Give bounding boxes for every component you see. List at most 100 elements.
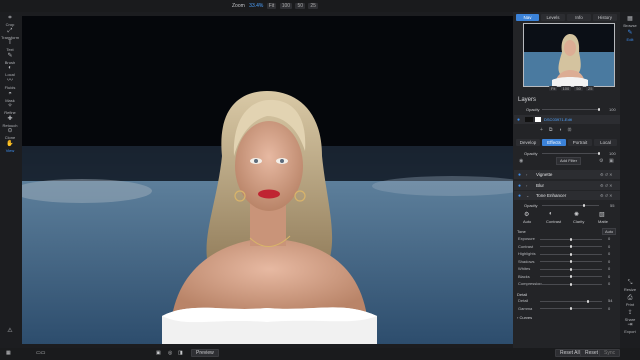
slider-knob-contrast[interactable] (570, 245, 572, 248)
slider-value-whites[interactable]: 0 (608, 266, 610, 271)
tool-view[interactable]: ✋ View (0, 141, 20, 153)
filter-blur-header[interactable]: ● › Blur ⚙ ↺ ✕ (514, 181, 620, 190)
vignette-options-icon[interactable]: ⚙ ↺ ✕ (600, 172, 613, 177)
layers-opacity-knob[interactable] (598, 108, 600, 111)
tone-opacity-slider[interactable] (542, 205, 599, 206)
nav-fit-button[interactable]: Fit (549, 86, 558, 91)
effects-opacity-slider[interactable] (542, 153, 599, 154)
slider-value-shadows[interactable]: 0 (608, 259, 610, 264)
tone-opacity-knob[interactable] (583, 204, 585, 207)
preset-auto-icon[interactable]: ⚙ (524, 211, 529, 218)
tone-chevron-icon[interactable]: ⌄ (526, 193, 529, 198)
tab-local[interactable]: Local (594, 139, 617, 146)
nav-50-button[interactable]: 50 (574, 86, 583, 91)
slider-value-highlights[interactable]: 0 (608, 251, 610, 256)
effects-layout-icon[interactable]: ▣ (609, 158, 614, 164)
zoom-50-button[interactable]: 50 (295, 3, 305, 9)
tool-local[interactable]: ◐ Local (0, 65, 20, 77)
zoom-fit-button[interactable]: Fit (266, 3, 277, 9)
tone-eye-icon[interactable]: ● (518, 193, 521, 199)
effects-opacity-knob[interactable] (598, 152, 600, 155)
slider-knob-whites[interactable] (570, 267, 572, 271)
compare-view-icon[interactable]: ▭▭ (36, 350, 45, 356)
slider-value-compression[interactable]: 0 (608, 281, 610, 286)
view-mode-icon[interactable]: ▣ (156, 350, 161, 356)
vignette-eye-icon[interactable]: ● (518, 172, 521, 178)
curves-row[interactable]: › Curves (517, 315, 532, 320)
tool-crop[interactable]: ⌗ Crop (0, 15, 20, 27)
layer-settings-icon[interactable]: ⚙ (568, 127, 578, 133)
slider-value-detail[interactable]: 54 (608, 298, 612, 303)
tab-nav[interactable]: Nav (516, 14, 539, 21)
tool-share[interactable]: ⇪ Share (620, 310, 640, 322)
slider-knob-compression[interactable] (570, 282, 572, 286)
mask-view-icon[interactable]: ◎ (168, 350, 172, 356)
tab-levels[interactable]: Levels (541, 14, 565, 21)
slider-knob-gamma[interactable] (570, 307, 572, 310)
tool-resize[interactable]: ⤡ Resize (620, 280, 640, 292)
tool-transform[interactable]: ⤢ Transform (0, 28, 20, 40)
layer-row[interactable]: ● DSC03971-Edit (514, 115, 620, 124)
slider-knob-exposure[interactable] (570, 237, 572, 241)
tool-clone[interactable]: ⊙ Clone (0, 128, 20, 140)
zoom-100-button[interactable]: 100 (279, 3, 293, 9)
slider-knob-shadows[interactable] (570, 260, 572, 263)
blur-chevron-icon[interactable]: › (526, 183, 527, 188)
blur-options-icon[interactable]: ⚙ ↺ ✕ (600, 183, 613, 188)
slider-knob-highlights[interactable] (570, 252, 572, 256)
preview-button[interactable]: Preview (191, 349, 219, 357)
tab-history[interactable]: History (593, 14, 617, 21)
image-canvas[interactable] (22, 16, 513, 344)
eye-icon[interactable]: ● (517, 117, 520, 123)
filter-vignette-header[interactable]: ● › Vignette ⚙ ↺ ✕ (514, 170, 620, 179)
tool-export[interactable]: ⇥ Export (620, 322, 640, 334)
filter-tone-enhancer-header[interactable]: ● ⌄ Tone Enhancer ⚙ ↺ ✕ (514, 191, 620, 200)
preset-matte-icon[interactable]: ▧ (599, 211, 605, 218)
tool-browse[interactable]: ▦ Browse (620, 16, 640, 28)
vignette-chevron-icon[interactable]: › (526, 172, 527, 177)
effects-gear-icon[interactable]: ⚙ (599, 158, 603, 164)
split-view-icon[interactable]: ◨ (178, 350, 183, 356)
help-icon[interactable]: ⚠ (0, 328, 20, 335)
duplicate-layer-icon[interactable]: ⧉ (549, 127, 559, 133)
tool-retouch[interactable]: ✚ Retouch (0, 116, 20, 128)
preset-clarity-label[interactable]: Clarity (573, 219, 584, 224)
add-layer-icon[interactable]: + (540, 127, 549, 133)
slider-value-contrast[interactable]: 0 (608, 244, 610, 249)
slider-knob-detail[interactable] (586, 299, 589, 303)
slider-value-exposure[interactable]: 0 (608, 236, 610, 241)
nav-25-button[interactable]: 25 (585, 86, 595, 91)
tool-edit[interactable]: ✎ Edit (620, 30, 640, 42)
preset-clarity-icon[interactable]: ✺ (574, 211, 579, 218)
tool-print[interactable]: ⎙ Print (620, 295, 640, 307)
zoom-percent[interactable]: 33.4% (249, 3, 263, 9)
tool-brush[interactable]: ✎ Brush (0, 53, 20, 65)
tool-refine[interactable]: ✧ Refine (0, 103, 20, 115)
preset-contrast-label[interactable]: Contrast (546, 219, 561, 224)
add-filter-button[interactable]: Add Filter (556, 157, 582, 165)
tool-text[interactable]: T Text (0, 40, 20, 52)
slider-knob-blacks[interactable] (570, 275, 572, 278)
slider-value-gamma[interactable]: 0 (608, 306, 610, 311)
nav-100-button[interactable]: 100 (560, 86, 572, 91)
preset-contrast-icon[interactable]: ◐ (549, 211, 553, 217)
tool-mask[interactable]: ◓ Mask (0, 91, 20, 103)
preset-auto-label[interactable]: Auto (523, 219, 531, 224)
zoom-25-button[interactable]: 25 (308, 3, 318, 9)
tab-info[interactable]: Info (567, 14, 591, 21)
navigator-thumbnail[interactable] (523, 23, 615, 87)
slider-detail[interactable] (540, 300, 602, 302)
blur-eye-icon[interactable]: ● (518, 183, 521, 189)
tone-auto-button[interactable]: Auto (602, 228, 617, 235)
preset-matte-label[interactable]: Matte (598, 219, 608, 224)
grid-view-icon[interactable]: ▦ (6, 350, 11, 356)
effects-eye-icon[interactable]: ◉ (519, 158, 523, 164)
sync-button[interactable]: Sync (599, 349, 621, 357)
tab-effects[interactable]: Effects (542, 139, 566, 146)
tool-fluids[interactable]: 〰 Fluids (0, 78, 20, 90)
slider-value-blacks[interactable]: 0 (608, 274, 610, 279)
tab-portrait[interactable]: Portrait (568, 139, 592, 146)
tab-develop[interactable]: Develop (516, 139, 540, 146)
tone-options-icon[interactable]: ⚙ ↺ ✕ (600, 193, 613, 198)
layers-opacity-slider[interactable] (542, 109, 599, 110)
